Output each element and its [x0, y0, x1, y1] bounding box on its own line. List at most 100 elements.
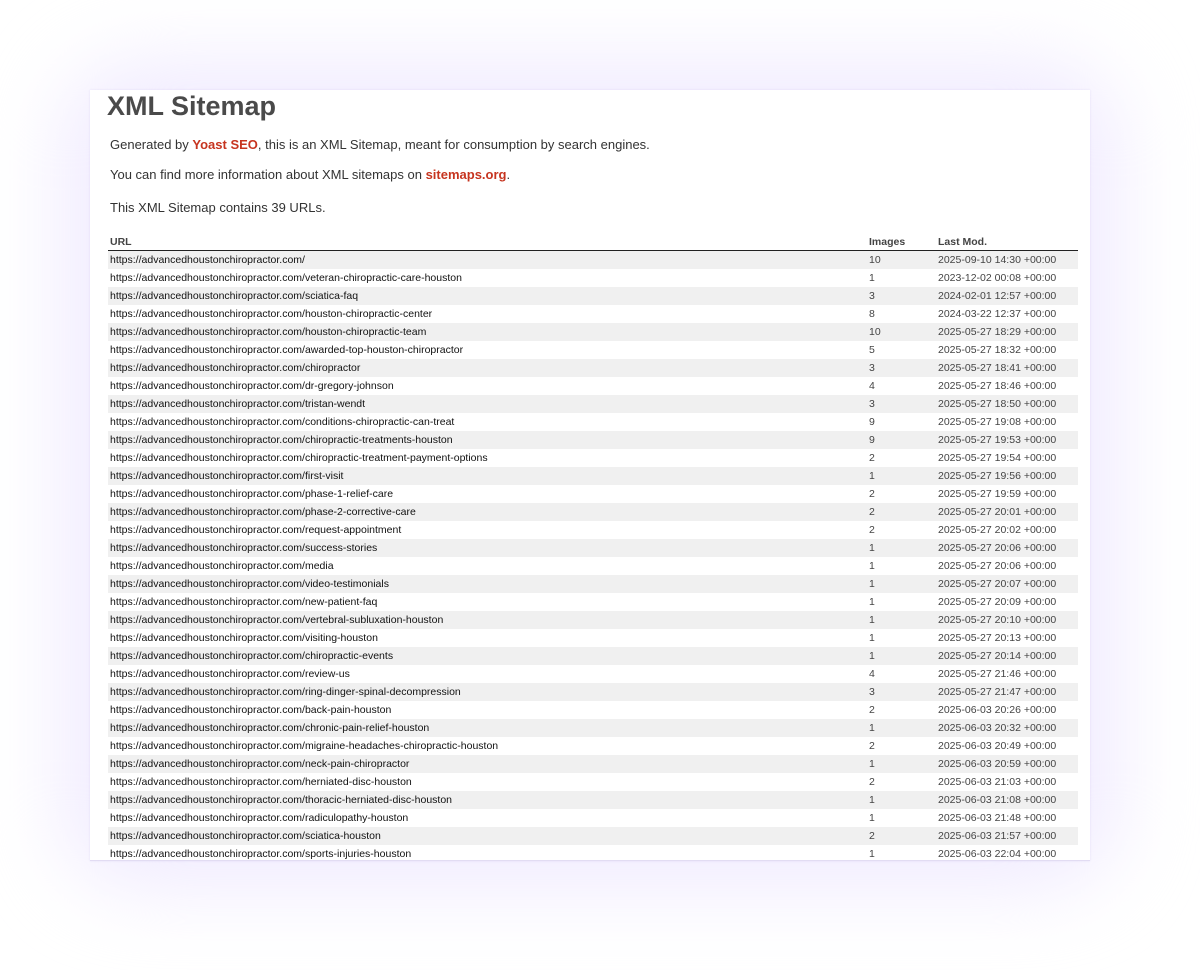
last-mod-cell: 2025-05-27 20:06 +00:00 — [936, 539, 1078, 557]
images-count-cell: 2 — [867, 827, 936, 845]
table-row: https://advancedhoustonchiropractor.com/… — [108, 575, 1078, 593]
url-link[interactable]: https://advancedhoustonchiropractor.com/… — [110, 704, 391, 716]
last-mod-cell: 2025-05-27 18:46 +00:00 — [938, 380, 1057, 392]
url-cell: https://advancedhoustonchiropractor.com/… — [108, 683, 867, 701]
table-row: https://advancedhoustonchiropractor.com/… — [108, 539, 1078, 557]
last-mod-cell: 2025-06-03 21:57 +00:00 — [936, 827, 1078, 845]
url-cell: https://advancedhoustonchiropractor.com/… — [108, 269, 867, 287]
column-header-last-mod[interactable]: Last Mod. — [936, 233, 1078, 251]
url-link[interactable]: https://advancedhoustonchiropractor.com/… — [110, 326, 426, 338]
last-mod-cell: 2024-02-01 12:57 +00:00 — [936, 287, 1078, 305]
table-row: https://advancedhoustonchiropractor.com/… — [108, 827, 1078, 845]
images-count-cell: 1 — [869, 272, 875, 284]
url-link[interactable]: https://advancedhoustonchiropractor.com/… — [110, 272, 462, 284]
url-cell: https://advancedhoustonchiropractor.com/… — [108, 323, 867, 341]
column-header-images[interactable]: Images — [867, 233, 936, 251]
table-row: https://advancedhoustonchiropractor.com/… — [108, 395, 1078, 413]
url-link[interactable]: https://advancedhoustonchiropractor.com/… — [110, 686, 461, 698]
generated-by-text: Generated by Yoast SEO, this is an XML S… — [110, 137, 650, 153]
url-link[interactable]: https://advancedhoustonchiropractor.com/… — [110, 488, 393, 500]
images-count-cell: 8 — [869, 308, 875, 320]
url-link[interactable]: https://advancedhoustonchiropractor.com/… — [110, 362, 360, 374]
url-link[interactable]: https://advancedhoustonchiropractor.com/… — [110, 794, 452, 806]
column-header-url[interactable]: URL — [108, 233, 867, 251]
url-link[interactable]: https://advancedhoustonchiropractor.com/… — [110, 632, 378, 644]
table-row: https://advancedhoustonchiropractor.com/… — [108, 737, 1078, 755]
url-link[interactable]: https://advancedhoustonchiropractor.com/… — [110, 380, 394, 392]
url-link[interactable]: https://advancedhoustonchiropractor.com/… — [110, 506, 416, 518]
url-link[interactable]: https://advancedhoustonchiropractor.com/… — [110, 812, 408, 824]
last-mod-cell: 2025-05-27 21:47 +00:00 — [936, 683, 1078, 701]
table-row: https://advancedhoustonchiropractor.com/… — [108, 359, 1078, 377]
url-link[interactable]: https://advancedhoustonchiropractor.com/… — [110, 416, 454, 428]
url-link[interactable]: https://advancedhoustonchiropractor.com/… — [110, 776, 412, 788]
url-link[interactable]: https://advancedhoustonchiropractor.com/… — [110, 578, 389, 590]
url-link[interactable]: https://advancedhoustonchiropractor.com/… — [110, 740, 498, 752]
url-cell: https://advancedhoustonchiropractor.com/… — [108, 539, 867, 557]
last-mod-cell: 2025-05-27 18:32 +00:00 — [938, 344, 1057, 356]
table-row: https://advancedhoustonchiropractor.com/… — [108, 485, 1078, 503]
table-row: https://advancedhoustonchiropractor.com/… — [108, 773, 1078, 791]
url-link[interactable]: https://advancedhoustonchiropractor.com/… — [110, 524, 401, 536]
url-link[interactable]: https://advancedhoustonchiropractor.com/… — [110, 614, 443, 626]
sitemap-page: XML Sitemap Generated by Yoast SEO, this… — [90, 90, 1090, 861]
last-mod-cell: 2024-03-22 12:37 +00:00 — [938, 308, 1057, 320]
last-mod-cell: 2025-06-03 22:04 +00:00 — [938, 848, 1057, 860]
images-count-cell: 9 — [867, 431, 936, 449]
url-cell: https://advancedhoustonchiropractor.com/… — [108, 665, 867, 683]
url-cell: https://advancedhoustonchiropractor.com/… — [108, 791, 867, 809]
last-mod-cell: 2025-05-27 20:13 +00:00 — [938, 632, 1057, 644]
url-cell: https://advancedhoustonchiropractor.com/… — [108, 737, 867, 755]
url-link[interactable]: https://advancedhoustonchiropractor.com/… — [110, 830, 381, 842]
url-link[interactable]: https://advancedhoustonchiropractor.com/… — [110, 542, 377, 554]
url-link[interactable]: https://advancedhoustonchiropractor.com/… — [110, 722, 429, 734]
url-link[interactable]: https://advancedhoustonchiropractor.com/… — [110, 470, 343, 482]
table-row: https://advancedhoustonchiropractor.com/… — [108, 521, 1078, 539]
images-count-cell: 3 — [867, 683, 936, 701]
url-link[interactable]: https://advancedhoustonchiropractor.com/… — [110, 344, 463, 356]
table-row: https://advancedhoustonchiropractor.com/… — [108, 791, 1078, 809]
last-mod-cell: 2025-09-10 14:30 +00:00 — [936, 250, 1078, 269]
url-link[interactable]: https://advancedhoustonchiropractor.com/… — [110, 596, 377, 608]
yoast-seo-link[interactable]: Yoast SEO — [192, 137, 258, 152]
url-link[interactable]: https://advancedhoustonchiropractor.com/… — [110, 308, 432, 320]
images-count-cell: 1 — [869, 596, 875, 608]
url-link[interactable]: https://advancedhoustonchiropractor.com/ — [110, 254, 305, 266]
table-row: https://advancedhoustonchiropractor.com/… — [108, 413, 1078, 431]
url-cell: https://advancedhoustonchiropractor.com/… — [108, 629, 867, 647]
page-title: XML Sitemap — [107, 91, 277, 121]
last-mod-cell: 2025-05-27 21:46 +00:00 — [938, 668, 1057, 680]
last-mod-cell: 2025-06-03 21:48 +00:00 — [938, 812, 1057, 824]
url-link[interactable]: https://advancedhoustonchiropractor.com/… — [110, 758, 409, 770]
table-row: https://advancedhoustonchiropractor.com/… — [108, 701, 1078, 719]
images-count-cell: 2 — [869, 740, 875, 752]
url-link[interactable]: https://advancedhoustonchiropractor.com/… — [110, 434, 453, 446]
table-row: https://advancedhoustonchiropractor.com/… — [108, 467, 1078, 485]
images-count-cell: 4 — [869, 380, 875, 392]
last-mod-cell: 2025-06-03 20:26 +00:00 — [938, 704, 1057, 716]
table-row: https://advancedhoustonchiropractor.com/… — [108, 503, 1078, 521]
images-count-cell: 2 — [869, 704, 875, 716]
images-count-cell: 2 — [869, 488, 875, 500]
last-mod-cell: 2025-05-27 19:53 +00:00 — [936, 431, 1078, 449]
url-link[interactable]: https://advancedhoustonchiropractor.com/… — [110, 668, 350, 680]
url-link[interactable]: https://advancedhoustonchiropractor.com/… — [110, 650, 393, 662]
url-link[interactable]: https://advancedhoustonchiropractor.com/… — [110, 452, 488, 464]
images-count-cell: 2 — [869, 524, 875, 536]
url-link[interactable]: https://advancedhoustonchiropractor.com/… — [110, 398, 365, 410]
url-link[interactable]: https://advancedhoustonchiropractor.com/… — [110, 290, 358, 302]
url-cell: https://advancedhoustonchiropractor.com/… — [108, 485, 867, 503]
last-mod-cell: 2025-06-03 20:49 +00:00 — [938, 740, 1057, 752]
table-row: https://advancedhoustonchiropractor.com/… — [108, 557, 1078, 575]
last-mod-cell: 2025-05-27 20:06 +00:00 — [938, 560, 1057, 572]
table-row: https://advancedhoustonchiropractor.com/… — [108, 755, 1078, 773]
last-mod-cell: 2025-06-03 20:32 +00:00 — [936, 719, 1078, 737]
table-row: https://advancedhoustonchiropractor.com/… — [108, 305, 1078, 323]
table-row: https://advancedhoustonchiropractor.com/… — [108, 611, 1078, 629]
images-count-cell: 5 — [869, 344, 875, 356]
last-mod-cell: 2025-05-27 18:29 +00:00 — [936, 323, 1078, 341]
url-cell: https://advancedhoustonchiropractor.com/… — [108, 593, 867, 611]
url-link[interactable]: https://advancedhoustonchiropractor.com/… — [110, 848, 411, 860]
sitemaps-org-link[interactable]: sitemaps.org — [426, 167, 507, 182]
url-link[interactable]: https://advancedhoustonchiropractor.com/… — [110, 560, 334, 572]
